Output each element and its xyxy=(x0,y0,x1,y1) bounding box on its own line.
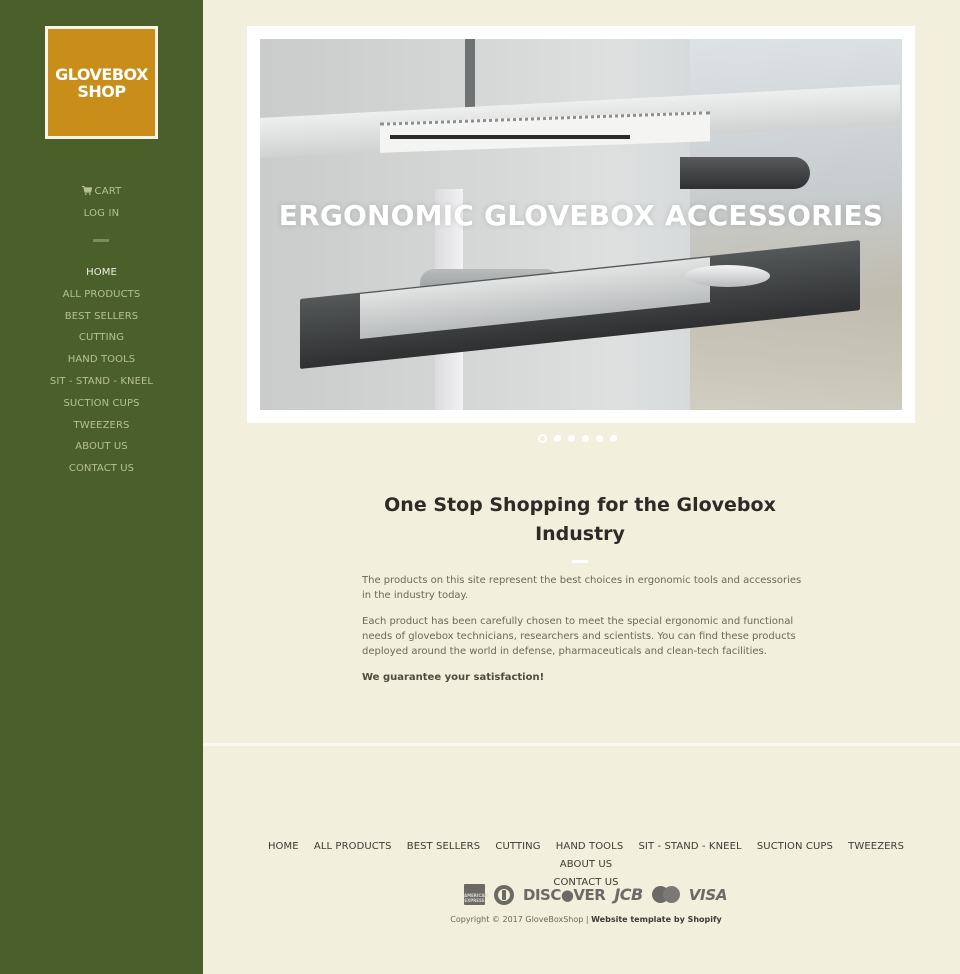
slider-dot-2[interactable] xyxy=(554,434,561,442)
footer-link-best-sellers[interactable]: BEST SELLERS xyxy=(407,841,480,852)
slider-dot-5[interactable] xyxy=(596,434,603,442)
section-divider xyxy=(203,743,960,746)
footer-link-cutting[interactable]: CUTTING xyxy=(495,841,540,852)
template-credit-link[interactable]: Website template by Shopify xyxy=(591,915,722,924)
intro-body: The products on this site represent the … xyxy=(362,573,802,696)
intro-paragraph: The products on this site represent the … xyxy=(362,575,802,601)
footer-link-hand-tools[interactable]: HAND TOOLS xyxy=(556,841,624,852)
payment-icons: AMERICAN EXPRESS DISC●VER JCB VISA xyxy=(464,884,727,905)
footer-link-suction-cups[interactable]: SUCTION CUPS xyxy=(757,841,833,852)
sidebar-item-hand-tools[interactable]: HAND TOOLS xyxy=(0,353,203,375)
slider-dot-1[interactable] xyxy=(538,433,547,443)
slider-dot-3[interactable] xyxy=(568,434,575,442)
sidebar-item-about-us[interactable]: ABOUT US xyxy=(0,440,203,462)
sidebar-item-cutting[interactable]: CUTTING xyxy=(0,331,203,353)
sidebar-item-home[interactable]: HOME xyxy=(0,266,203,288)
copyright: Copyright © 2017 GloveBoxShop | Website … xyxy=(250,915,922,924)
hero-title: ERGONOMIC GLOVEBOX ACCESSORIES xyxy=(278,199,884,232)
jcb-icon: JCB xyxy=(614,885,643,904)
sidebar-item-tweezers[interactable]: TWEEZERS xyxy=(0,419,203,441)
logo-line-1: GLOVEBOX xyxy=(55,64,148,84)
intro-heading: One Stop Shopping for the Glovebox Indus… xyxy=(384,494,776,545)
hero-image[interactable]: ERGONOMIC GLOVEBOX ACCESSORIES xyxy=(260,39,902,410)
footer-link-about-us[interactable]: ABOUT US xyxy=(560,859,612,870)
visa-icon: VISA xyxy=(688,885,728,904)
copyright-text: Copyright © 2017 GloveBoxShop | xyxy=(450,915,589,924)
footer-link-home[interactable]: HOME xyxy=(268,841,299,852)
cart-label: CART xyxy=(94,186,122,197)
logo-line-2: SHOP xyxy=(77,81,126,101)
sidebar-item-contact-us[interactable]: CONTACT US xyxy=(0,462,203,484)
hero-image-mouse xyxy=(685,265,770,287)
sidebar-item-suction-cups[interactable]: SUCTION CUPS xyxy=(0,397,203,419)
discover-icon: DISC●VER xyxy=(523,885,606,904)
sidebar-item-best-sellers[interactable]: BEST SELLERS xyxy=(0,310,203,332)
slider-dot-4[interactable] xyxy=(582,434,589,442)
hero-slider[interactable]: ERGONOMIC GLOVEBOX ACCESSORIES xyxy=(247,26,915,423)
slider-dot-6[interactable] xyxy=(610,434,617,442)
cart-link[interactable]: CART xyxy=(0,186,203,197)
sidebar-nav: HOME ALL PRODUCTS BEST SELLERS CUTTING H… xyxy=(0,266,203,484)
login-link[interactable]: LOG IN xyxy=(0,208,203,219)
footer-link-sit-stand-kneel[interactable]: SIT - STAND - KNEEL xyxy=(638,841,741,852)
amex-label: AMERICAN EXPRESS xyxy=(464,892,488,903)
shop-logo[interactable]: GLOVEBOX SHOP xyxy=(45,26,158,139)
sidebar-divider xyxy=(93,239,109,242)
sidebar-item-sit-stand-kneel[interactable]: SIT - STAND - KNEEL xyxy=(0,375,203,397)
hero-image-pencil xyxy=(390,135,630,139)
intro-divider xyxy=(572,560,588,563)
intro-paragraph: Each product has been carefully chosen t… xyxy=(362,616,796,657)
footer-link-all-products[interactable]: ALL PRODUCTS xyxy=(314,841,392,852)
footer-link-tweezers[interactable]: TWEEZERS xyxy=(848,841,904,852)
diners-club-icon xyxy=(494,884,514,905)
cart-icon xyxy=(81,186,92,195)
sidebar: GLOVEBOX SHOP CART LOG IN HOME ALL PRODU… xyxy=(0,0,203,974)
mastercard-icon xyxy=(651,885,680,904)
hero-image-clamp xyxy=(680,157,810,189)
sidebar-item-all-products[interactable]: ALL PRODUCTS xyxy=(0,288,203,310)
guarantee-text: We guarantee your satisfaction! xyxy=(362,672,545,683)
amex-icon: AMERICAN EXPRESS xyxy=(464,884,488,905)
slider-dots xyxy=(538,433,617,443)
